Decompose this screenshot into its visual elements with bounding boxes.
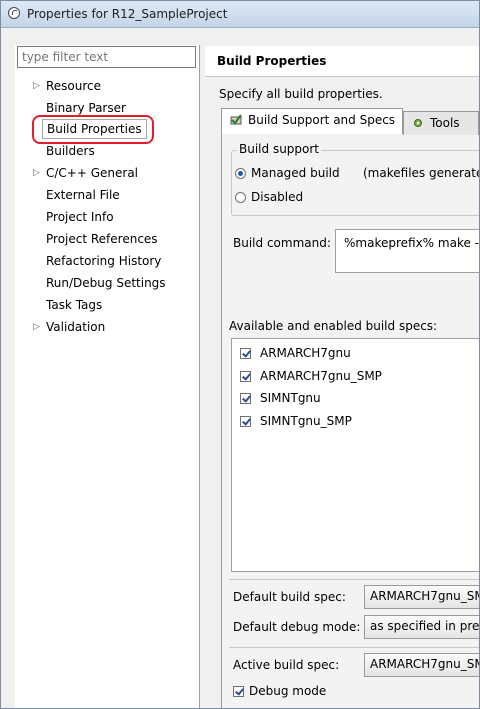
tree-item-label: Run/Debug Settings [46, 276, 166, 290]
page-description: Specify all build properties. [219, 87, 383, 101]
active-build-spec-combo[interactable]: ARMARCH7gnu_SM [364, 653, 479, 677]
tree-item-label: Project Info [46, 210, 114, 224]
checkbox[interactable] [233, 686, 244, 697]
active-build-spec-label: Active build spec: [233, 658, 340, 672]
build-command-label: Build command: [233, 236, 331, 250]
default-build-spec-combo[interactable]: ARMARCH7gnu_SM [364, 585, 479, 609]
title-bar[interactable]: Properties for R12_SampleProject [1, 1, 479, 28]
separator [229, 647, 479, 648]
checkbox-label: Debug mode [249, 684, 327, 698]
tree-item-label: Resource [46, 79, 102, 93]
tree-item-refactoring-history[interactable]: Refactoring History [46, 251, 161, 271]
build-command-field[interactable]: %makeprefix% make - [335, 229, 479, 273]
radio-button[interactable] [235, 192, 246, 203]
expand-arrow-icon[interactable]: ▷ [33, 163, 40, 183]
tree-item-task-tags[interactable]: Task Tags [46, 295, 102, 315]
navigation-pane [15, 45, 200, 708]
tree-item-cpp-general[interactable]: ▷ C/C++ General [33, 163, 139, 183]
tree-item-label: Task Tags [46, 298, 103, 312]
expand-arrow-icon[interactable]: ▷ [33, 317, 40, 337]
tree-item-validation[interactable]: ▷ Validation [33, 317, 106, 337]
tab-tools[interactable]: Tools [403, 111, 479, 135]
build-specs-list: ARMARCH7gnu ARMARCH7gnu_SMP SIMNTgnu SIM… [231, 338, 479, 572]
tree-item-label: C/C++ General [46, 166, 139, 180]
build-spec-icon [230, 114, 242, 125]
tree-item-external-file[interactable]: External File [46, 185, 120, 205]
default-debug-mode-combo[interactable]: as specified in prefe [364, 615, 479, 639]
properties-dialog: Properties for R12_SampleProject ▷ Resou… [0, 0, 480, 709]
checkbox[interactable] [240, 371, 251, 382]
radio-label: Managed build [251, 166, 340, 180]
tree-item-resource[interactable]: ▷ Resource [33, 76, 102, 96]
tree-item-label: Builders [46, 144, 95, 158]
tab-label: Build Support and Specs [248, 113, 396, 127]
tools-gear-icon [414, 119, 422, 127]
build-support-group [231, 150, 479, 216]
checkbox[interactable] [240, 393, 251, 404]
tab-label: Tools [430, 116, 460, 130]
spec-label: ARMARCH7gnu [260, 346, 351, 360]
default-debug-mode-label: Default debug mode: [233, 620, 361, 634]
tree-item-label: Binary Parser [46, 101, 126, 115]
tree-item-label: Refactoring History [46, 254, 162, 268]
build-specs-label: Available and enabled build specs: [229, 319, 438, 333]
selection-highlight-annotation [32, 115, 154, 144]
checkbox[interactable] [240, 348, 251, 359]
eclipse-app-icon [8, 7, 20, 19]
tree-item-label: External File [46, 188, 120, 202]
radio-note: (makefiles generated [363, 166, 480, 180]
tree-item-label: Project References [46, 232, 158, 246]
tab-build-support-and-specs[interactable]: Build Support and Specs [221, 108, 403, 134]
spec-label: SIMNTgnu [260, 391, 321, 405]
filter-input[interactable] [17, 46, 196, 68]
page-header: Build Properties [205, 46, 479, 77]
separator [229, 579, 479, 580]
tree-item-builders[interactable]: Builders [46, 141, 95, 161]
spec-label: SIMNTgnu_SMP [260, 414, 352, 428]
tree-item-project-references[interactable]: Project References [46, 229, 158, 249]
default-build-spec-label: Default build spec: [233, 590, 346, 604]
radio-button[interactable] [235, 168, 246, 179]
spec-label: ARMARCH7gnu_SMP [260, 369, 382, 383]
expand-arrow-icon[interactable]: ▷ [33, 76, 40, 96]
checkbox[interactable] [240, 416, 251, 427]
build-support-group-title: Build support [237, 142, 322, 156]
tree-item-label: Validation [46, 320, 106, 334]
window-title: Properties for R12_SampleProject [27, 7, 228, 21]
tree-item-project-info[interactable]: Project Info [46, 207, 114, 227]
tree-item-run-debug-settings[interactable]: Run/Debug Settings [46, 273, 166, 293]
radio-label: Disabled [251, 190, 304, 204]
page-title: Build Properties [217, 54, 327, 68]
